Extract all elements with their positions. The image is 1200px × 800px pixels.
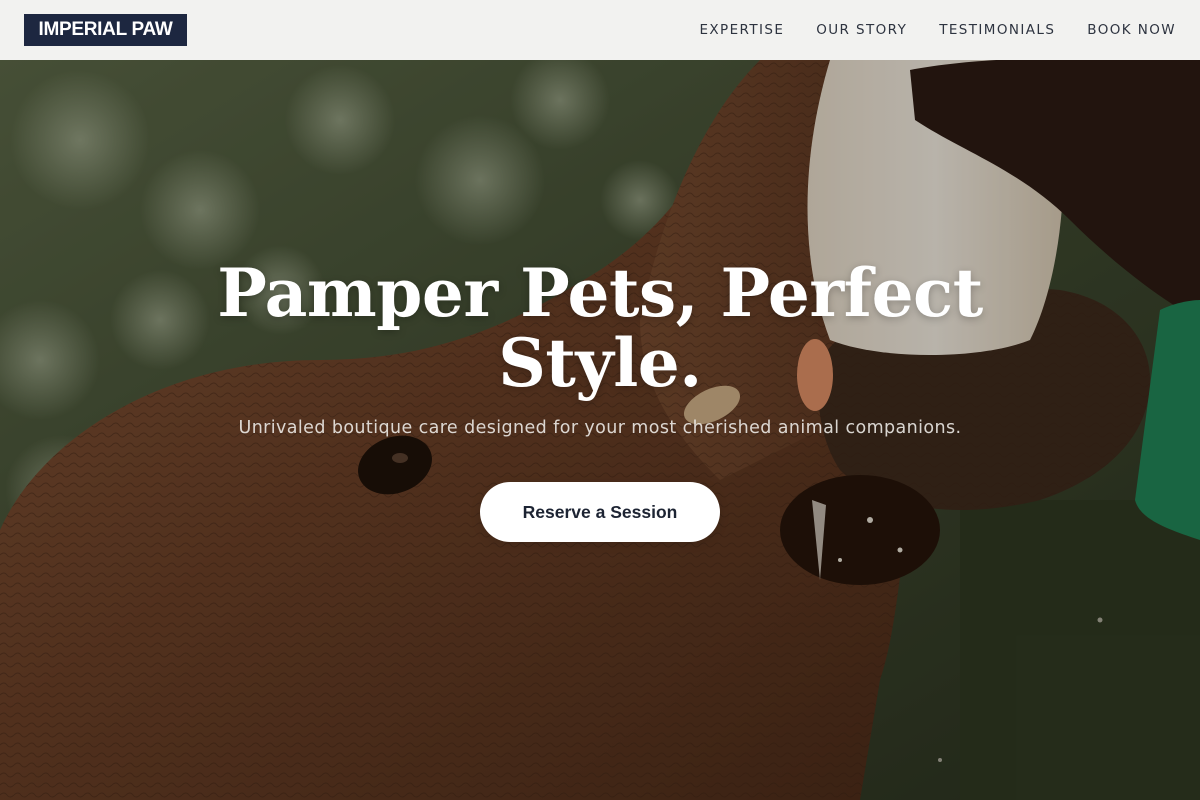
hero-section: Pamper Pets, Perfect Style. Unrivaled bo… [0,60,1200,800]
nav-link-our-story[interactable]: OUR STORY [816,22,907,38]
nav-link-testimonials[interactable]: TESTIMONIALS [939,22,1055,38]
nav-link-expertise[interactable]: EXPERTISE [699,22,784,38]
logo[interactable]: IMPERIAL PAW [24,14,187,46]
hero-content: Pamper Pets, Perfect Style. Unrivaled bo… [150,258,1050,542]
hero-subheadline: Unrivaled boutique care designed for you… [238,418,962,438]
hero-headline: Pamper Pets, Perfect Style. [217,254,983,402]
nav-link-book-now[interactable]: BOOK NOW [1087,22,1176,38]
main-nav: EXPERTISE OUR STORY TESTIMONIALS BOOK NO… [699,0,1176,60]
reserve-session-button[interactable]: Reserve a Session [480,482,720,542]
landing-page: IMPERIAL PAW EXPERTISE OUR STORY TESTIMO… [0,0,1200,800]
site-header: IMPERIAL PAW EXPERTISE OUR STORY TESTIMO… [0,0,1200,60]
